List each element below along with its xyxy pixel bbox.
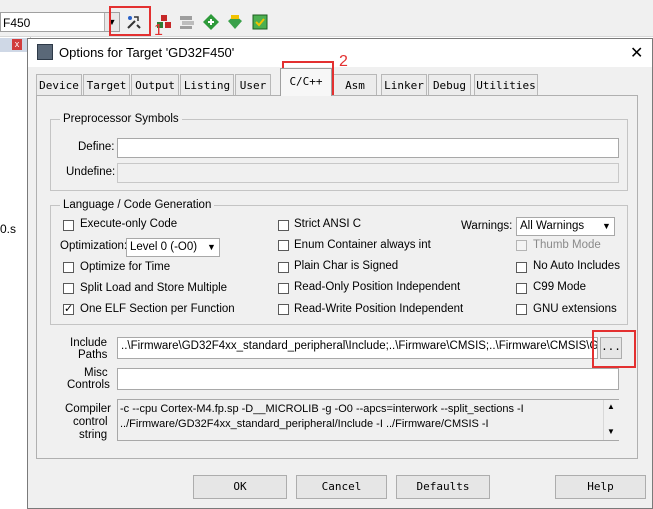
misc-controls-label-line1: Misc <box>84 367 108 379</box>
split-load-label: Split Load and Store Multiple <box>80 282 228 294</box>
annotation-box-3 <box>592 330 636 368</box>
close-icon[interactable]: ✕ <box>630 43 643 63</box>
tab-listing[interactable]: Listing <box>180 74 234 95</box>
compiler-string-box[interactable]: -c --cpu Cortex-M4.fp.sp -D__MICROLIB -g… <box>117 399 619 441</box>
compiler-string-label-line3: string <box>79 429 108 441</box>
include-paths-label-line1: Include <box>70 337 108 349</box>
execute-only-label: Execute-only Code <box>80 218 178 230</box>
tab-c-cpp[interactable]: C/C++ <box>280 68 332 96</box>
cancel-button[interactable]: Cancel <box>296 475 387 499</box>
annotation-box-1 <box>109 6 151 36</box>
misc-controls-label-line2: Controls <box>67 379 110 391</box>
target-select-value: F450 <box>3 16 31 30</box>
keil-app-icon <box>37 44 53 60</box>
c99-mode-label: C99 Mode <box>533 281 587 293</box>
tab-linker[interactable]: Linker <box>381 74 427 95</box>
undefine-label: Undefine: <box>66 166 116 178</box>
plain-char-label: Plain Char is Signed <box>294 260 399 272</box>
optimize-time-label: Optimize for Time <box>80 261 171 273</box>
close-icon[interactable]: x <box>12 39 22 50</box>
ok-button[interactable]: OK <box>193 475 287 499</box>
annotation-number-2: 2 <box>339 53 348 70</box>
ro-pi-label: Read-Only Position Independent <box>294 281 461 293</box>
target-select[interactable]: F450 ▼ <box>0 12 120 32</box>
software-packs-icon[interactable] <box>251 13 269 31</box>
include-paths-value: ..\Firmware\GD32F4xx_standard_peripheral… <box>121 340 598 352</box>
dialog-title: Options for Target 'GD32F450' <box>59 45 235 60</box>
rw-pi-checkbox[interactable] <box>278 304 289 315</box>
optimization-select[interactable]: Level 0 (-O0) ▼ <box>126 238 220 257</box>
compiler-string-label-line2: control <box>73 416 108 428</box>
c99-mode-checkbox[interactable] <box>516 283 527 294</box>
tab-asm[interactable]: Asm <box>333 74 377 95</box>
gnu-extensions-label: GNU extensions <box>533 303 617 315</box>
thumb-mode-checkbox[interactable] <box>516 240 527 251</box>
compiler-string-line1: -c --cpu Cortex-M4.fp.sp -D__MICROLIB -g… <box>120 403 524 415</box>
no-auto-includes-checkbox[interactable] <box>516 262 527 273</box>
optimization-label: Optimization: <box>60 240 128 252</box>
misc-controls-input[interactable] <box>117 368 619 390</box>
optimization-value: Level 0 (-O0) <box>130 241 198 253</box>
warnings-value: All Warnings <box>520 220 585 232</box>
define-label: Define: <box>78 141 115 153</box>
enum-container-checkbox[interactable] <box>278 240 289 251</box>
one-elf-checkbox[interactable] <box>63 302 74 315</box>
include-paths-input[interactable]: ..\Firmware\GD32F4xx_standard_peripheral… <box>117 337 598 359</box>
no-auto-includes-label: No Auto Includes <box>533 260 620 272</box>
tab-user[interactable]: User <box>235 74 271 95</box>
tab-target[interactable]: Target <box>83 74 130 95</box>
select-packs-icon[interactable] <box>226 13 244 31</box>
execute-only-checkbox[interactable] <box>63 220 74 231</box>
undefine-input[interactable] <box>117 163 619 183</box>
split-load-checkbox[interactable] <box>63 283 74 294</box>
help-button[interactable]: Help <box>555 475 646 499</box>
compiler-string-line2: ../Firmware/GD32F4xx_standard_peripheral… <box>120 418 489 430</box>
defaults-button[interactable]: Defaults <box>396 475 490 499</box>
one-elf-label: One ELF Section per Function <box>80 303 235 315</box>
tab-device[interactable]: Device <box>36 74 82 95</box>
chevron-down-icon[interactable]: ▼ <box>204 239 219 256</box>
strict-ansi-label: Strict ANSI C <box>294 218 362 230</box>
pack-installer-icon[interactable] <box>202 13 220 31</box>
preprocessor-group-label: Preprocessor Symbols <box>60 113 182 125</box>
scroll-up-icon[interactable]: ▲ <box>607 402 615 411</box>
enum-container-label: Enum Container always int <box>294 239 431 251</box>
ro-pi-checkbox[interactable] <box>278 283 289 294</box>
strict-ansi-checkbox[interactable] <box>278 220 289 231</box>
tab-utilities[interactable]: Utilities <box>474 74 538 95</box>
scroll-down-icon[interactable]: ▼ <box>607 427 615 436</box>
plain-char-checkbox[interactable] <box>278 262 289 273</box>
optimize-time-checkbox[interactable] <box>63 262 74 273</box>
compiler-string-label-line1: Compiler <box>65 403 112 415</box>
define-input[interactable] <box>117 138 619 158</box>
warnings-select[interactable]: All Warnings ▼ <box>516 217 615 236</box>
tab-output[interactable]: Output <box>131 74 179 95</box>
codegen-group-label: Language / Code Generation <box>60 199 215 211</box>
multi-project-icon[interactable] <box>178 13 196 31</box>
warnings-label: Warnings: <box>461 220 513 232</box>
editor-fragment-text: 0.s <box>0 222 17 236</box>
compiler-string-scrollbar[interactable]: ▲ ▼ <box>603 400 619 440</box>
chevron-down-icon[interactable]: ▼ <box>599 218 614 235</box>
gnu-extensions-checkbox[interactable] <box>516 304 527 315</box>
tab-debug[interactable]: Debug <box>428 74 471 95</box>
rw-pi-label: Read-Write Position Independent <box>294 303 464 315</box>
thumb-mode-label: Thumb Mode <box>533 239 601 251</box>
include-paths-label-line2: Paths <box>78 349 108 361</box>
